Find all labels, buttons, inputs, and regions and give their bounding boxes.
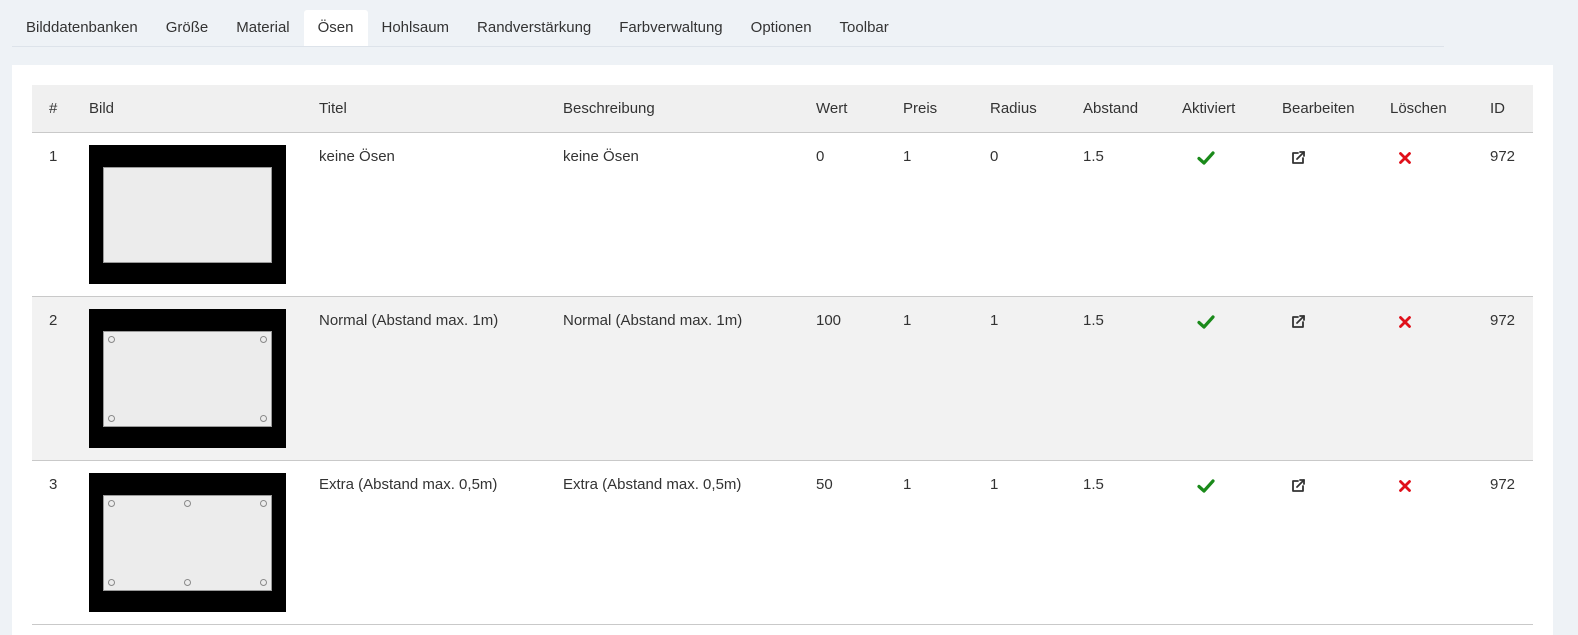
cell-title: keine Ösen: [319, 147, 395, 165]
header-bearbeiten: Bearbeiten: [1265, 85, 1373, 133]
tab-farbverwaltung[interactable]: Farbverwaltung: [605, 10, 736, 46]
cell-description: keine Ösen: [563, 147, 639, 165]
external-link-icon[interactable]: [1288, 476, 1308, 496]
grommet-dot: [260, 335, 267, 343]
header-titel: Titel: [302, 85, 546, 133]
check-icon[interactable]: [1196, 476, 1216, 496]
cell-wert: 100: [816, 311, 842, 329]
cell-abstand: 1.5: [1083, 475, 1104, 493]
external-link-icon[interactable]: [1288, 312, 1308, 332]
cell-title: Normal (Abstand max. 1m): [319, 311, 499, 329]
cell-id: 972: [1490, 475, 1516, 493]
grommet-dot: [260, 578, 267, 586]
cell-bearbeiten: [1265, 132, 1373, 296]
grommet-dot: [108, 414, 115, 422]
banner-sheet: [103, 494, 272, 591]
cell-description: Extra (Abstand max. 0,5m): [563, 475, 742, 493]
cell-preis: 1: [903, 311, 912, 329]
table-row: 2 Normal (Abstand max. 1m) Normal (Absta…: [32, 296, 1533, 460]
check-icon[interactable]: [1196, 148, 1216, 168]
x-icon[interactable]: [1395, 312, 1415, 332]
tab-bar: Bilddatenbanken Größe Material Ösen Hohl…: [12, 10, 1444, 47]
header-loeschen: Löschen: [1373, 85, 1473, 133]
check-icon[interactable]: [1196, 312, 1216, 332]
grommet-dot: [260, 499, 267, 507]
x-icon[interactable]: [1395, 148, 1415, 168]
cell-image: [72, 132, 302, 296]
cell-num: 3: [49, 475, 58, 493]
tab-material[interactable]: Material: [222, 10, 303, 46]
cell-title: Extra (Abstand max. 0,5m): [319, 475, 498, 493]
grommet-dot: [260, 414, 267, 422]
table-header-row: # Bild Titel Beschreibung Wert Preis Rad…: [32, 85, 1533, 133]
grommet-table: # Bild Titel Beschreibung Wert Preis Rad…: [32, 85, 1533, 625]
cell-id: 972: [1490, 147, 1516, 165]
cell-preis: 1: [903, 475, 912, 493]
external-link-icon[interactable]: [1288, 148, 1308, 168]
header-abstand: Abstand: [1066, 85, 1165, 133]
cell-radius: 1: [990, 311, 999, 329]
cell-num: 2: [49, 311, 58, 329]
grommet-dot: [108, 578, 115, 586]
cell-aktiviert: [1165, 460, 1265, 624]
cell-bearbeiten: [1265, 460, 1373, 624]
cell-aktiviert: [1165, 132, 1265, 296]
banner-sheet: [103, 166, 272, 263]
tab-toolbar[interactable]: Toolbar: [826, 10, 903, 46]
header-preis: Preis: [886, 85, 973, 133]
header-bild: Bild: [72, 85, 302, 133]
tab-randverstaerkung[interactable]: Randverstärkung: [463, 10, 605, 46]
cell-image: [72, 296, 302, 460]
cell-radius: 0: [990, 147, 999, 165]
cell-loeschen: [1373, 460, 1473, 624]
grommet-dot: [183, 499, 191, 507]
header-radius: Radius: [973, 85, 1066, 133]
x-icon[interactable]: [1395, 476, 1415, 496]
header-beschreibung: Beschreibung: [546, 85, 799, 133]
cell-image: [72, 460, 302, 624]
cell-radius: 1: [990, 475, 999, 493]
header-wert: Wert: [799, 85, 886, 133]
cell-preis: 1: [903, 147, 912, 165]
cell-num: 1: [49, 147, 58, 165]
grommet-dot: [183, 578, 191, 586]
table-row: 3 Extra (Abstand max. 0,5m) Extra (Absta…: [32, 460, 1533, 624]
grommet-preview-image: [89, 472, 286, 612]
header-num: #: [32, 85, 72, 133]
content-panel: # Bild Titel Beschreibung Wert Preis Rad…: [12, 65, 1553, 635]
cell-loeschen: [1373, 132, 1473, 296]
header-id: ID: [1473, 85, 1533, 133]
grommet-dot: [108, 335, 115, 343]
table-row: 1 keine Ösen keine Ösen 0 1 0 1.5 972: [32, 132, 1533, 296]
cell-abstand: 1.5: [1083, 147, 1104, 165]
cell-loeschen: [1373, 296, 1473, 460]
grommet-dot: [108, 499, 115, 507]
banner-sheet: [103, 330, 272, 427]
cell-wert: 0: [816, 147, 825, 165]
grommet-preview-image: [89, 144, 286, 284]
cell-aktiviert: [1165, 296, 1265, 460]
cell-wert: 50: [816, 475, 833, 493]
cell-description: Normal (Abstand max. 1m): [563, 311, 743, 329]
tab-optionen[interactable]: Optionen: [737, 10, 826, 46]
cell-id: 972: [1490, 311, 1516, 329]
grommet-preview-image: [89, 308, 286, 448]
tab-hohlsaum[interactable]: Hohlsaum: [368, 10, 464, 46]
header-aktiviert: Aktiviert: [1165, 85, 1265, 133]
tab-bilddatenbanken[interactable]: Bilddatenbanken: [12, 10, 152, 46]
tab-groesse[interactable]: Größe: [152, 10, 223, 46]
cell-abstand: 1.5: [1083, 311, 1104, 329]
cell-bearbeiten: [1265, 296, 1373, 460]
tab-oesen[interactable]: Ösen: [303, 10, 368, 46]
